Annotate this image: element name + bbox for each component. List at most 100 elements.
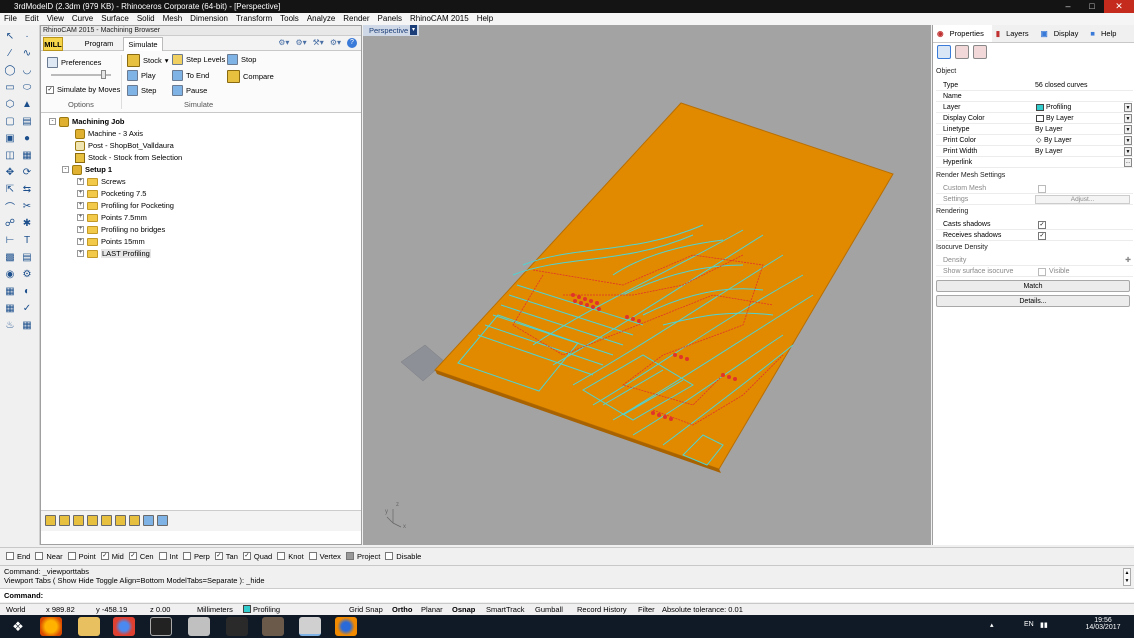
preferences-button[interactable]: Preferences	[47, 57, 101, 68]
tools-icon[interactable]: ⚙▾	[278, 38, 289, 48]
point-icon[interactable]: ·	[20, 30, 34, 43]
blender-icon[interactable]	[335, 617, 357, 636]
receives-shadows-checkbox[interactable]: ✓	[1038, 232, 1046, 240]
tree-item-operation-selected[interactable]: + LAST Profiling	[77, 248, 151, 259]
osnap-int[interactable]: Int	[158, 552, 178, 561]
step-levels-button[interactable]: Step Levels	[172, 54, 225, 65]
machining-op-icon[interactable]	[59, 515, 70, 526]
details-button[interactable]: Details...	[936, 295, 1130, 307]
prop-row-linetype[interactable]: Linetype By Layer ▼	[936, 124, 1133, 135]
command-scrollbar[interactable]: ▲ ▼	[1123, 568, 1131, 586]
tab-display[interactable]: ▣ Display	[1037, 25, 1087, 42]
scale-icon[interactable]: ⇱	[3, 183, 17, 196]
check-icon[interactable]: ✓	[20, 302, 34, 315]
polygon-icon[interactable]: ⬡	[3, 98, 17, 111]
tree-item-setup[interactable]: - Setup 1	[62, 164, 112, 175]
osnap-disable[interactable]: Disable	[385, 552, 421, 561]
rotate-icon[interactable]: ⟳	[20, 166, 34, 179]
layer-dropdown-icon[interactable]: ▼	[1124, 103, 1132, 112]
prop-row-print-color[interactable]: Print Color By Layer ◇ ▼	[936, 135, 1133, 146]
osnap-tan[interactable]: ✓ Tan	[214, 552, 238, 561]
app-icon[interactable]	[188, 617, 210, 636]
slider-thumb[interactable]	[101, 70, 106, 79]
tab-help[interactable]: ■ Help	[1086, 25, 1124, 42]
prop-row-layer[interactable]: Layer Profiling ▼	[936, 102, 1133, 113]
status-gumball[interactable]: Gumball	[535, 604, 563, 615]
fillet-icon[interactable]: ⌒	[3, 200, 17, 214]
visible-checkbox[interactable]	[1038, 268, 1046, 276]
step-button[interactable]: Step	[127, 85, 156, 96]
group-icon[interactable]: ▩	[3, 251, 17, 264]
pause-button[interactable]: Pause	[172, 85, 207, 96]
prop-row-display-color[interactable]: Display Color By Layer ▼	[936, 113, 1133, 124]
menu-view[interactable]: View	[43, 13, 68, 25]
dimension-check-icon[interactable]: ▦	[3, 302, 17, 315]
tray-icons[interactable]: ▴	[990, 621, 994, 629]
status-planar[interactable]: Planar	[421, 604, 443, 615]
menu-panels[interactable]: Panels	[374, 13, 406, 25]
cylinder-icon[interactable]: ◫	[3, 149, 17, 162]
status-osnap[interactable]: Osnap	[452, 604, 475, 615]
tree-item-machining-job[interactable]: - Machining Job	[49, 116, 125, 127]
match-button[interactable]: Match	[936, 280, 1130, 292]
analyze-icon[interactable]: ⚙	[20, 268, 34, 281]
collapse-icon[interactable]: -	[49, 118, 56, 125]
status-record-history[interactable]: Record History	[577, 604, 627, 615]
custom-mesh-checkbox[interactable]	[1038, 185, 1046, 193]
collapse-icon[interactable]: -	[62, 166, 69, 173]
gear-icon[interactable]: ⚙▾	[330, 38, 341, 48]
app-icon[interactable]	[226, 617, 248, 636]
display-color-dropdown-icon[interactable]: ▼	[1124, 114, 1132, 123]
menu-solid[interactable]: Solid	[133, 13, 159, 25]
perspective-viewport[interactable]: Perspective ▾ z y x	[363, 25, 931, 545]
curve-icon[interactable]: ∿	[20, 47, 34, 60]
to-end-button[interactable]: To End	[172, 70, 209, 81]
layer-icon[interactable]: ▤	[20, 251, 34, 264]
extrude-surface-icon[interactable]: ▤	[20, 115, 34, 128]
explode-icon[interactable]: ✱	[20, 217, 34, 230]
tree-item-machine[interactable]: Machine - 3 Axis	[75, 128, 143, 139]
machining-op-icon[interactable]	[115, 515, 126, 526]
compare-button[interactable]: Compare	[227, 70, 274, 83]
solid-box-icon[interactable]: ▣	[3, 132, 17, 145]
machining-op-icon[interactable]	[143, 515, 154, 526]
prop-row-hyperlink[interactable]: Hyperlink ···	[936, 157, 1133, 168]
wrench-icon[interactable]: ⚒▾	[313, 38, 324, 48]
windows-start-icon[interactable]: ❖	[6, 617, 30, 636]
density-spinner-icon[interactable]: ✚	[1125, 255, 1131, 266]
expand-icon[interactable]: +	[77, 250, 84, 257]
tab-mill[interactable]: MILL	[43, 37, 63, 51]
adjust-button[interactable]: Adjust...	[1035, 195, 1130, 204]
text-object-icon[interactable]: ▲	[20, 98, 34, 111]
arc-icon[interactable]: ◡	[20, 64, 34, 77]
expand-icon[interactable]: +	[77, 226, 84, 233]
command-input[interactable]: Command:	[0, 588, 1134, 602]
status-smarttrack[interactable]: SmartTrack	[486, 604, 524, 615]
file-explorer-icon[interactable]	[78, 617, 100, 636]
network-icon[interactable]: ▮▮	[1040, 621, 1048, 629]
app-icon[interactable]	[262, 617, 284, 636]
machining-op-icon[interactable]	[45, 515, 56, 526]
grid-array-icon[interactable]: ▦	[3, 285, 17, 298]
status-ortho[interactable]: Ortho	[392, 604, 412, 615]
expand-icon[interactable]: +	[77, 178, 84, 185]
menu-curve[interactable]: Curve	[68, 13, 97, 25]
firefox-icon[interactable]	[40, 617, 62, 636]
menu-render[interactable]: Render	[339, 13, 373, 25]
tab-properties[interactable]: ◉ Properties	[933, 25, 992, 42]
properties-icon[interactable]: ▦	[20, 319, 34, 332]
expand-icon[interactable]: +	[77, 202, 84, 209]
tree-item-post[interactable]: Post - ShopBot_Valldaura	[75, 140, 174, 151]
menu-tools[interactable]: Tools	[276, 13, 303, 25]
osnap-vertex[interactable]: Vertex	[308, 552, 341, 561]
mesh-icon[interactable]: ▦	[20, 149, 34, 162]
obs-icon[interactable]	[150, 617, 172, 636]
close-icon[interactable]: ✕	[1104, 0, 1134, 13]
menu-edit[interactable]: Edit	[21, 13, 43, 25]
object-properties-icon[interactable]	[937, 45, 951, 59]
print-width-dropdown-icon[interactable]: ▼	[1124, 147, 1132, 156]
material-icon[interactable]	[955, 45, 969, 59]
play-button[interactable]: Play	[127, 70, 156, 81]
machining-op-icon[interactable]	[129, 515, 140, 526]
menu-surface[interactable]: Surface	[97, 13, 133, 25]
